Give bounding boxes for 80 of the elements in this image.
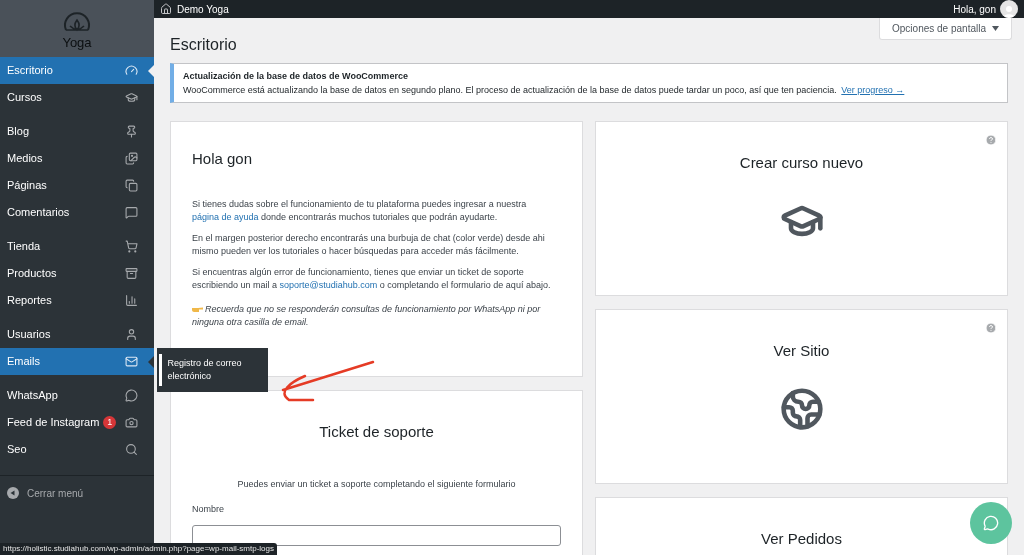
menu-item[interactable]: Escritorio: [0, 57, 154, 84]
site-name-link[interactable]: Demo Yoga: [177, 1, 229, 17]
bar-chart-icon: [125, 294, 138, 307]
status-url: https://holistic.studiahub.com/wp-admin/admin.php?page=wp-mail-smtp-logs: [0, 543, 278, 555]
menu-item[interactable]: Emails: [0, 348, 154, 375]
comment-icon: [125, 206, 138, 219]
support-email-link[interactable]: soporte@studiahub.com: [279, 280, 378, 290]
pin-icon: [125, 125, 138, 138]
menu-item[interactable]: Blog: [0, 118, 154, 145]
menu-item[interactable]: Seo: [0, 436, 154, 463]
logo-text: Yoga: [62, 36, 92, 49]
card-title: Ver Pedidos: [761, 529, 842, 549]
menu-item[interactable]: Comentarios: [0, 199, 154, 226]
field-label: Nombre: [192, 503, 225, 516]
menu-label: Emails: [7, 354, 40, 370]
help-paragraph: Si tienes dudas sobre el funcionamiento de tu plataforma puedes ingresar a nuestra página de ayuda donde encontrarás muchos tutoriales que podrán ayudarte.: [192, 197, 528, 224]
menu-label: Usuarios: [7, 327, 51, 343]
greeting-link[interactable]: Hola, gon: [953, 1, 996, 17]
flyout-item[interactable]: Registro de correo electrónico: [167, 357, 268, 383]
menu-label: Páginas: [7, 178, 47, 194]
notice-text: WooCommerce está actualizando la base de datos en segundo plano. El proceso de actualización de la base de datos puede tardar un poco, así que ten paciencia. Ver progreso →: [183, 84, 906, 97]
current-arrow-icon: [148, 65, 154, 77]
menu-label: Productos: [7, 266, 57, 282]
images-icon: [125, 152, 138, 165]
pages-icon: [125, 179, 138, 192]
menu-item[interactable]: Usuarios: [0, 321, 154, 348]
notice-title: Actualización de la base de datos de WooCommerce: [183, 70, 409, 83]
collapse-menu-button[interactable]: Cerrar menú: [0, 476, 154, 510]
menu-label: Seo: [7, 442, 27, 458]
ticket-intro: Puedes enviar un ticket a soporte completando el siguiente formulario: [236, 477, 517, 491]
pointing-hand-icon: [192, 305, 203, 313]
menu-item[interactable]: Cursos: [0, 84, 154, 111]
menu-item[interactable]: Reportes: [0, 287, 154, 314]
home-icon: [160, 3, 172, 15]
menu-item[interactable]: Páginas: [0, 172, 154, 199]
screen-options-button[interactable]: Opciones de pantalla: [879, 18, 1012, 40]
menu-item[interactable]: Medios: [0, 145, 154, 172]
menu-label: Tienda: [7, 239, 41, 255]
chat-bubble-icon: [125, 389, 138, 402]
menu-label: WhatsApp: [7, 388, 58, 404]
card-title: Ver Sitio: [773, 341, 830, 361]
menu-label: Medios: [7, 151, 43, 167]
menu-label: Feed de Instagram: [7, 415, 100, 431]
archive-icon: [125, 267, 138, 280]
menu-item[interactable]: Feed de Instagram 1: [0, 409, 154, 436]
menu-label: Cursos: [7, 90, 42, 106]
reminder-note: Recuerda que no se responderán consultas de funcionamiento por WhatsApp ni por ninguna otra casilla de email.: [192, 302, 542, 329]
graduation-cap-icon: [125, 91, 138, 104]
help-page-link[interactable]: página de ayuda: [192, 212, 259, 222]
shortcut-card[interactable]: Crear curso nuevo: [595, 121, 1008, 296]
search-icon: [125, 443, 138, 456]
help-icon[interactable]: [985, 322, 997, 334]
user-icon: [125, 328, 138, 341]
menu-item[interactable]: WhatsApp: [0, 382, 154, 409]
dashboard-icon: [125, 64, 138, 77]
shortcut-card[interactable]: Ver Sitio: [595, 309, 1008, 484]
chat-icon: [983, 515, 999, 531]
mail-icon: [125, 355, 138, 368]
menu-item[interactable]: Productos: [0, 260, 154, 287]
card-title: Ticket de soporte: [318, 422, 435, 442]
caret-icon: [992, 26, 999, 31]
camera-icon: [125, 416, 138, 429]
shortcut-card[interactable]: Ver Pedidos: [595, 497, 1008, 555]
page-title: Escritorio: [170, 35, 237, 55]
menu-label: Reportes: [7, 293, 52, 309]
menu-item[interactable]: Tienda: [0, 233, 154, 260]
support-paragraph: Si encuentras algún error de funcionamiento, tienes que enviar un ticket de soporte escribiendo un mail a soporte@studiahub.com o completando el formulario de aquí abajo.: [192, 265, 552, 292]
menu-label: Blog: [7, 124, 30, 140]
collapse-icon: [7, 487, 19, 499]
progress-link[interactable]: Ver progreso →: [841, 85, 905, 95]
count-badge: 1: [103, 416, 117, 429]
help-icon[interactable]: [985, 134, 997, 146]
menu-label: Comentarios: [7, 205, 70, 221]
menu-label: Escritorio: [7, 63, 53, 79]
globe-icon: [779, 386, 824, 431]
chat-paragraph: En el margen posterior derecho encontrarás una burbuja de chat (color verde) desde ahi mismo pueden ver los tutoriales o hacer búsquedas para acceder más fácilmente.: [192, 231, 546, 258]
cart-icon: [125, 240, 138, 253]
avatar[interactable]: [1000, 0, 1018, 18]
card-title: Crear curso nuevo: [739, 153, 864, 173]
card-title: Hola gon: [192, 152, 254, 166]
